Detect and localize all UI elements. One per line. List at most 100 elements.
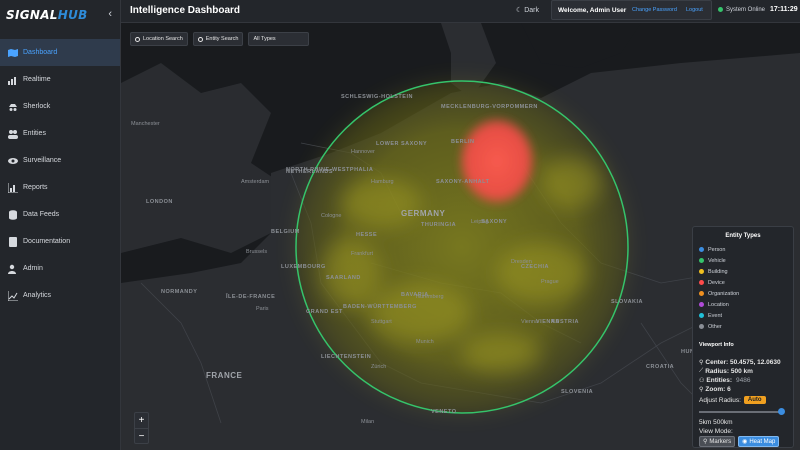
sidebar-item-data-feeds[interactable]: Data Feeds: [0, 201, 120, 228]
map-label: Stuttgart: [371, 319, 392, 325]
sidebar-item-sherlock[interactable]: Sherlock: [0, 93, 120, 120]
location-search-label: Location Search: [143, 36, 183, 42]
legend-item: Event: [699, 310, 787, 321]
map-label: Brussels: [246, 249, 267, 255]
sidebar-item-label: Dashboard: [23, 49, 58, 56]
viewport-entities: ⚇ Entities: 9486: [699, 376, 787, 385]
sidebar-item-dashboard[interactable]: Dashboard: [0, 39, 120, 66]
logout-link[interactable]: Logout: [686, 7, 703, 13]
legend-label: Building: [708, 268, 728, 275]
heat-hotspot: [457, 115, 537, 207]
entity-search-button[interactable]: Entity Search: [192, 32, 244, 46]
legend-label: Event: [708, 312, 723, 319]
map-label: Frankfurt: [351, 251, 373, 257]
map-label: Prague: [541, 279, 559, 285]
legend-item: Building: [699, 266, 787, 277]
slider-range-label: 5km 500km: [699, 419, 733, 426]
type-filter-select[interactable]: All Types: [248, 32, 310, 46]
map-label: BADEN-WÜRTTEMBERG: [343, 303, 417, 310]
map-icon: [7, 48, 19, 58]
entities-value: 9486: [736, 377, 751, 384]
brand-logo[interactable]: SIGNALHUB ‹: [0, 0, 120, 30]
ruler-icon: ⟋: [699, 368, 704, 374]
sidebar-item-label: Admin: [23, 265, 43, 272]
entity-types-title: Entity Types: [725, 233, 761, 239]
status-dot-icon: [718, 7, 723, 12]
legend-item: Person: [699, 244, 787, 255]
heatmap-button[interactable]: ◉ Heat Map: [738, 436, 780, 447]
sidebar-item-label: Analytics: [23, 292, 52, 299]
sidebar-item-label: Documentation: [23, 238, 71, 245]
legend-label: Vehicle: [708, 257, 726, 264]
theme-toggle[interactable]: ☾ Dark: [516, 6, 539, 14]
map-label: GRAND EST: [306, 309, 343, 315]
radius-slider[interactable]: [699, 408, 787, 416]
sidebar-item-reports[interactable]: Reports: [0, 174, 120, 201]
entities-label: Entities:: [706, 377, 733, 384]
sidebar-item-entities[interactable]: Entities: [0, 120, 120, 147]
sidebar-item-label: Sherlock: [23, 103, 51, 110]
location-search-button[interactable]: Location Search: [130, 32, 188, 46]
legend-dot-icon: [699, 247, 704, 252]
zoom-in-button[interactable]: +: [135, 413, 148, 428]
legend-label: Location: [708, 301, 729, 308]
legend-dot-icon: [699, 313, 704, 318]
user-box: Welcome, Admin User Change Password Logo…: [551, 0, 712, 20]
theme-label: Dark: [524, 7, 540, 14]
map-label: VENETO: [431, 409, 457, 415]
change-password-link[interactable]: Change Password: [632, 7, 677, 13]
map-search-controls: Location Search Entity Search All Types: [130, 32, 310, 46]
sidebar-item-label: Surveillance: [23, 157, 62, 164]
map-label: Leipzig: [471, 219, 488, 225]
legend-dot-icon: [699, 302, 704, 307]
status-text: System Online: [726, 7, 766, 14]
moon-icon: ☾: [516, 7, 523, 14]
legend-dot-icon: [699, 258, 704, 263]
auto-radius-button[interactable]: Auto: [743, 396, 766, 404]
legend-item: Device: [699, 277, 787, 288]
map-label: LIECHTENSTEIN: [321, 354, 371, 360]
system-status: System Online: [718, 7, 765, 13]
map-label: CROATIA: [646, 364, 674, 370]
map-label: Dresden: [511, 259, 532, 265]
slider-track: [699, 411, 784, 413]
map-label: VIENNA: [536, 319, 560, 325]
sidebar-item-analytics[interactable]: Analytics: [0, 282, 120, 309]
eye-icon: [7, 156, 19, 166]
sidebar-item-admin[interactable]: Admin: [0, 255, 120, 282]
zoom-out-button[interactable]: −: [135, 428, 148, 443]
sidebar-item-label: Data Feeds: [23, 211, 60, 218]
map-label: GERMANY: [401, 209, 446, 218]
legend-label: Other: [708, 323, 722, 330]
top-header: Intelligence Dashboard ☾ Dark Welcome, A…: [121, 0, 800, 23]
map-pin-icon: ⚲: [699, 360, 704, 366]
magnifier-icon: ⚲: [699, 387, 704, 393]
sidebar-item-label: Reports: [23, 184, 48, 191]
view-mode-label: View Mode:: [699, 428, 733, 435]
markers-label: Markers: [709, 438, 732, 445]
search-icon: [197, 36, 203, 42]
viewport-center: ⚲ Center: 50.4575, 12.0630: [699, 358, 787, 367]
brand-name: SIGNALHUB: [6, 8, 88, 22]
map-label: Amsterdam: [241, 179, 270, 185]
map-label: MECKLENBURG-VORPOMMERN: [441, 104, 538, 110]
database-icon: [7, 209, 19, 220]
markers-button[interactable]: ⚲ Markers: [699, 436, 736, 447]
slider-thumb[interactable]: [778, 408, 786, 415]
sidebar-item-realtime[interactable]: Realtime: [0, 66, 120, 93]
type-filter-value: All Types: [253, 36, 276, 42]
adjust-radius-row: Adjust Radius: Auto: [699, 394, 787, 406]
adjust-radius-label: Adjust Radius:: [699, 396, 741, 404]
sidebar-item-documentation[interactable]: Documentation: [0, 228, 120, 255]
map-label: Milan: [361, 419, 374, 425]
chevron-left-icon[interactable]: ‹: [108, 8, 112, 20]
view-mode-buttons: ⚲ Markers ◉ Heat Map: [699, 436, 787, 447]
map-label: LUXEMBOURG: [281, 264, 326, 270]
sidebar-item-surveillance[interactable]: Surveillance: [0, 147, 120, 174]
fire-icon: ◉: [742, 439, 748, 445]
radius-text: Radius: 500 km: [705, 368, 753, 375]
map-label: Cologne: [321, 213, 342, 219]
map-label: Manchester: [131, 121, 160, 127]
legend-item: Organization: [699, 288, 787, 299]
legend-label: Organization: [708, 290, 740, 297]
